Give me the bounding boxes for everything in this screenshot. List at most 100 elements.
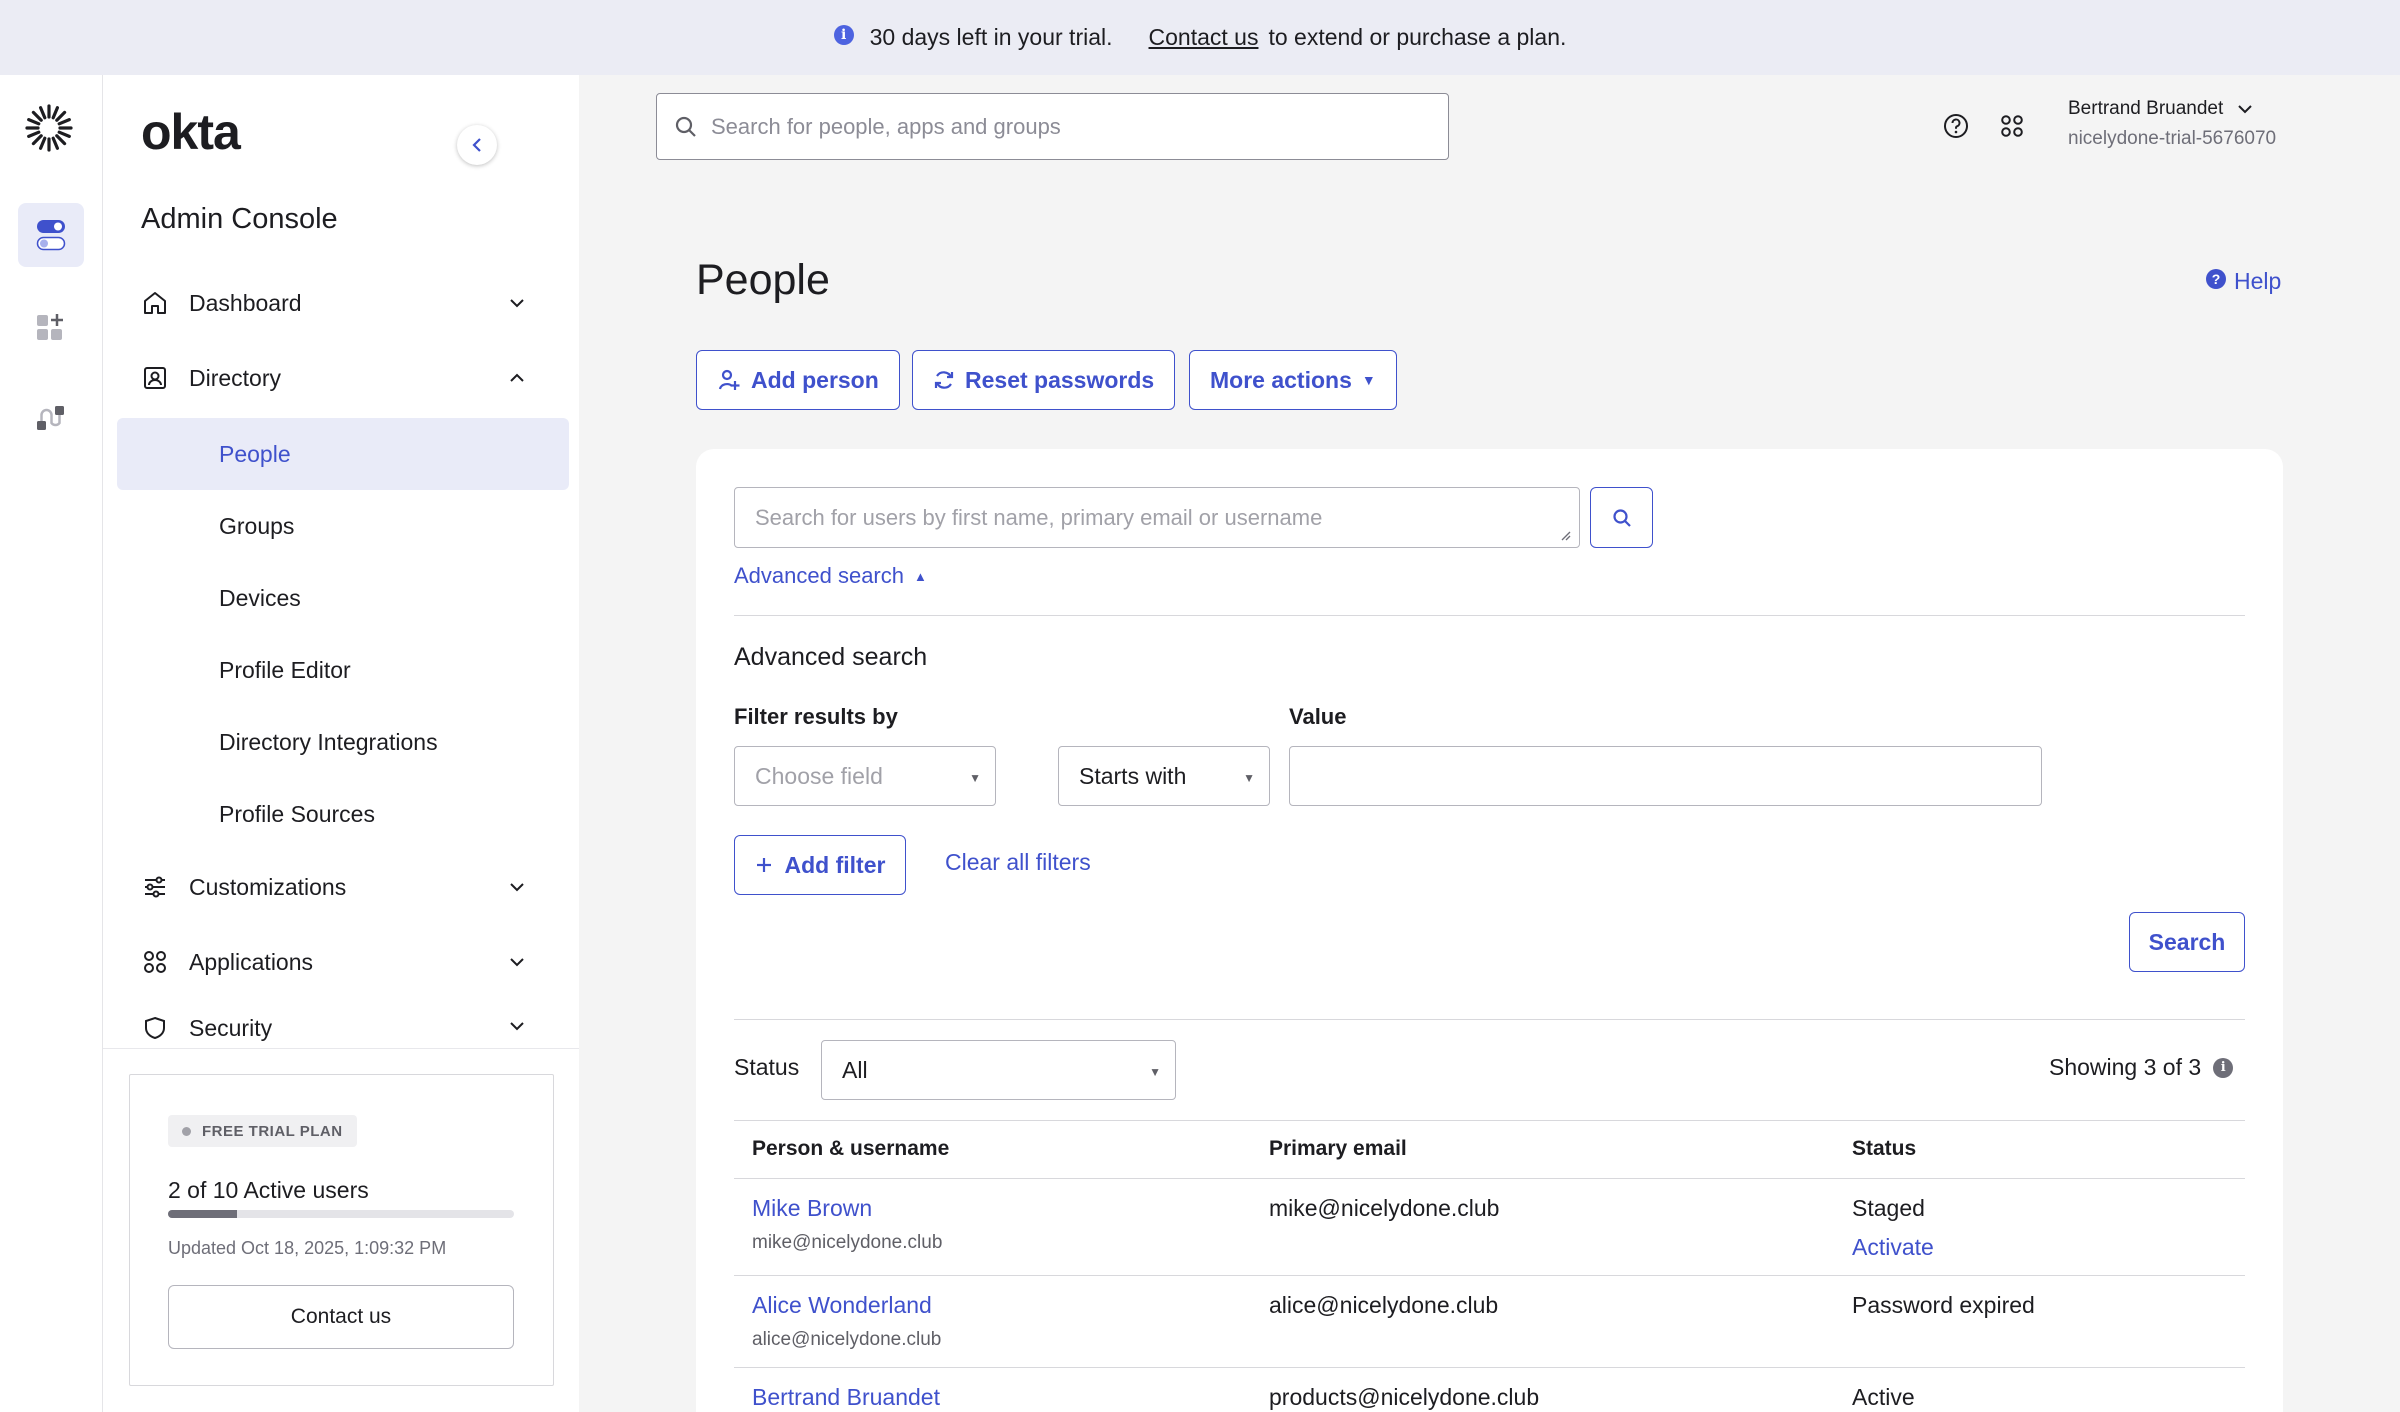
add-person-button[interactable]: Add person [696, 350, 900, 410]
status-filter-value: All [842, 1056, 868, 1083]
trial-plan-card: FREE TRIAL PLAN 2 of 10 Active users Upd… [129, 1074, 554, 1386]
okta-burst-logo [25, 104, 73, 152]
trial-banner: i 30 days left in your trial. Contact us… [0, 0, 2400, 75]
search-button[interactable]: Search [2129, 912, 2245, 972]
trial-updated-time: Updated Oct 18, 2025, 1:09:32 PM [168, 1238, 447, 1258]
app-switcher-button[interactable] [1996, 110, 2028, 142]
caret-down-icon: ▼ [1243, 771, 1255, 785]
results-count-text: Showing 3 of 3 [2049, 1054, 2202, 1080]
advanced-search-toggle-label: Advanced search [734, 563, 904, 588]
okta-logo[interactable]: okta [141, 103, 241, 161]
nav-label: Applications [189, 948, 314, 975]
sidebar-item-profile-sources[interactable]: Profile Sources [117, 778, 569, 850]
shield-icon [139, 1012, 171, 1044]
status-filter-select[interactable]: All ▼ [821, 1040, 1176, 1100]
contact-us-button[interactable]: Contact us [168, 1285, 514, 1349]
sidebar-item-directory-integrations[interactable]: Directory Integrations [117, 706, 569, 778]
nav-dashboard[interactable]: Dashboard [139, 278, 539, 328]
people-card: Advanced search ▲ Advanced search Filter… [696, 449, 2283, 1412]
divider [734, 1019, 2245, 1020]
column-header-status[interactable]: Status [1852, 1137, 1916, 1161]
trial-text: 30 days left in your trial. [869, 24, 1113, 50]
advanced-search-toggle[interactable]: Advanced search ▲ [734, 563, 927, 589]
caret-up-icon: ▲ [914, 568, 927, 584]
people-search-button[interactable] [1590, 487, 1653, 548]
info-icon[interactable]: i [2213, 1057, 2234, 1078]
directory-icon [139, 362, 171, 394]
nav-security[interactable]: Security [139, 1012, 539, 1048]
contact-us-link[interactable]: Contact us [1149, 24, 1259, 51]
people-table: Person & username Primary email Status M… [734, 1120, 2245, 1412]
table-row: Mike Brown mike@nicelydone.club mike@nic… [734, 1179, 2245, 1276]
filter-value-input[interactable] [1289, 746, 2042, 806]
help-button[interactable] [1940, 110, 1972, 142]
clear-all-filters-link[interactable]: Clear all filters [945, 849, 1091, 876]
global-search-input[interactable] [711, 113, 1448, 140]
sidebar-item-groups[interactable]: Groups [117, 490, 569, 562]
active-users-count: 2 of 10 Active users [168, 1177, 369, 1203]
caret-down-icon: ▼ [969, 771, 981, 785]
page-title: People [696, 256, 830, 304]
chevron-down-icon [2238, 105, 2252, 114]
nav-label: Dashboard [189, 289, 302, 316]
nav-applications[interactable]: Applications [139, 937, 539, 987]
more-actions-label: More actions [1210, 366, 1352, 393]
nav-directory[interactable]: Directory [139, 353, 539, 403]
question-circle-icon [1944, 114, 1968, 138]
user-status: Password expired [1852, 1292, 2035, 1318]
nav-customizations[interactable]: Customizations [139, 862, 539, 912]
add-filter-button[interactable]: Add filter [734, 835, 906, 895]
operator-select[interactable]: Starts with ▼ [1058, 746, 1270, 806]
more-actions-button[interactable]: More actions ▼ [1189, 350, 1397, 410]
rail-workflow-button[interactable] [18, 387, 84, 451]
search-icon [1612, 508, 1631, 527]
home-icon [139, 287, 171, 319]
sliders-icon [139, 871, 171, 903]
sidebar-item-profile-editor[interactable]: Profile Editor [117, 634, 569, 706]
sidebar-item-people[interactable]: People [117, 418, 569, 490]
plus-icon [756, 858, 771, 872]
person-username: mike@nicelydone.club [752, 1232, 943, 1253]
workflow-connector-icon [37, 406, 64, 430]
table-row: Bertrand Bruandet products@nicelydone.cl… [734, 1368, 2245, 1412]
trial-suffix: to extend or purchase a plan. [1268, 24, 1567, 50]
column-header-email[interactable]: Primary email [1269, 1137, 1407, 1161]
apps-grid-icon [139, 946, 171, 978]
chevron-up-icon [505, 366, 529, 390]
user-status: Active [1852, 1384, 1915, 1410]
sidebar-divider [103, 1048, 579, 1049]
primary-email: mike@nicelydone.club [1269, 1195, 1500, 1221]
add-person-label: Add person [751, 366, 879, 393]
people-search-field[interactable] [734, 487, 1580, 548]
caret-down-icon: ▼ [1149, 1065, 1161, 1079]
people-search-input[interactable] [755, 504, 1559, 531]
collapse-sidebar-button[interactable] [457, 125, 497, 165]
resize-grip-icon[interactable] [1559, 529, 1571, 541]
app-rail [0, 75, 103, 1412]
admin-console-title: Admin Console [141, 203, 338, 235]
chevron-down-icon [505, 1014, 529, 1038]
person-name-link[interactable]: Bertrand Bruandet [752, 1384, 940, 1411]
sidebar-item-devices[interactable]: Devices [117, 562, 569, 634]
status-filter-label: Status [734, 1054, 800, 1080]
user-status: Staged [1852, 1195, 1925, 1221]
rail-apps-button[interactable] [18, 295, 84, 359]
activate-link[interactable]: Activate [1852, 1234, 1934, 1261]
person-name-link[interactable]: Mike Brown [752, 1195, 942, 1222]
active-users-progress-fill [168, 1210, 238, 1218]
nav-label: Customizations [189, 873, 347, 900]
column-header-person[interactable]: Person & username [752, 1137, 949, 1161]
choose-field-select[interactable]: Choose field ▼ [734, 746, 996, 806]
rail-admin-button[interactable] [18, 203, 84, 267]
chevron-left-icon [472, 138, 481, 152]
reset-passwords-button[interactable]: Reset passwords [912, 350, 1176, 410]
help-link[interactable]: ? Help [2206, 268, 2281, 295]
active-users-progress [168, 1210, 514, 1218]
primary-email: alice@nicelydone.club [1269, 1292, 1499, 1318]
person-name-link[interactable]: Alice Wonderland [752, 1292, 941, 1319]
user-menu[interactable]: Bertrand Bruandet nicelydone-trial-56760… [2068, 98, 2276, 150]
org-name: nicelydone-trial-5676070 [2068, 128, 2277, 149]
chevron-down-icon [505, 875, 529, 899]
global-search[interactable] [656, 93, 1449, 160]
toggle-switches-icon [36, 220, 66, 251]
